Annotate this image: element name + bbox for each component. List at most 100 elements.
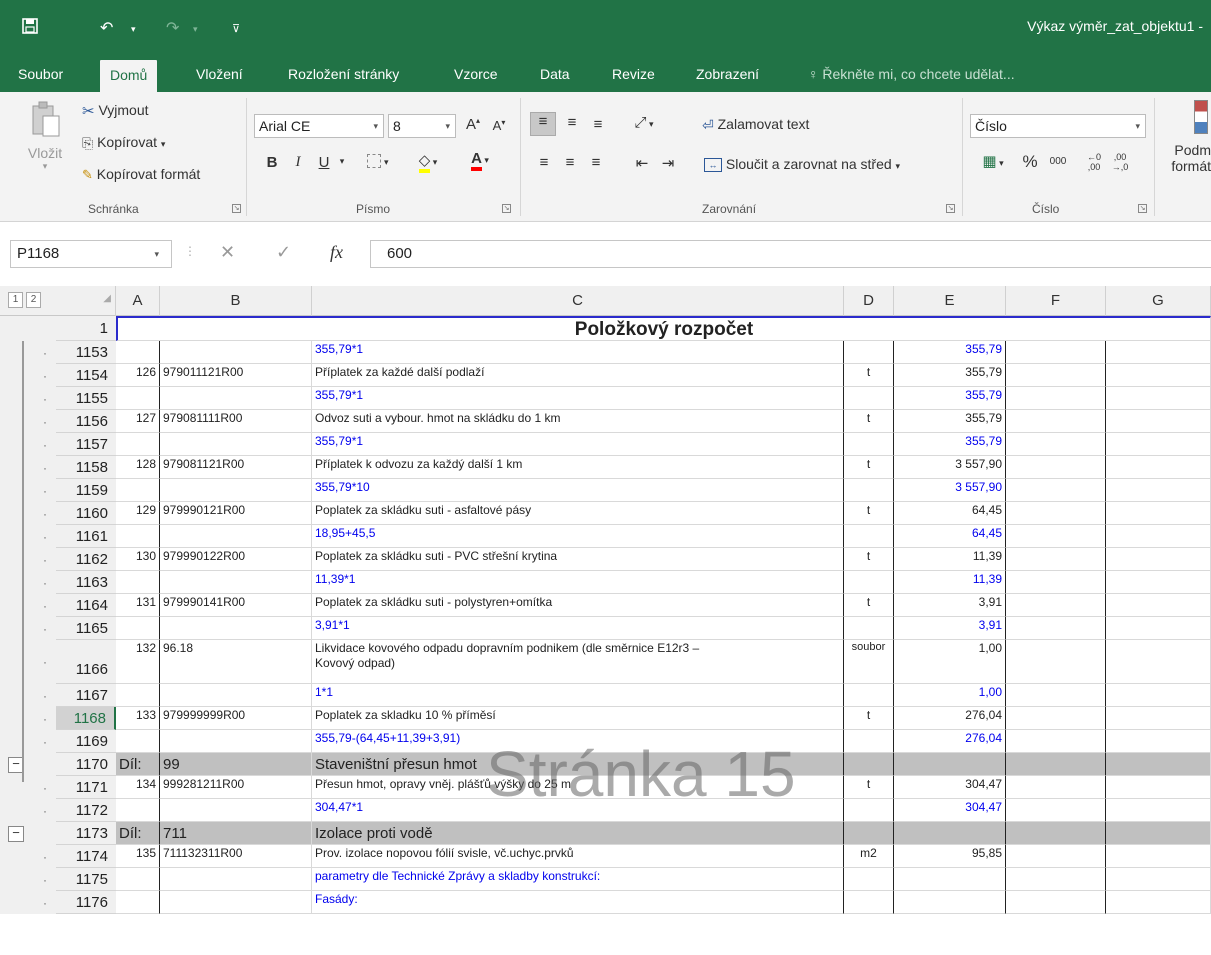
row-header[interactable]: 1168 <box>56 707 116 730</box>
tell-me-search[interactable]: ♀ Řekněte mi, co chcete udělat... <box>808 56 1015 92</box>
align-middle-button[interactable]: ≡ <box>560 114 584 131</box>
cell-g[interactable] <box>1106 617 1211 640</box>
cell-e[interactable]: 3 557,90 <box>894 479 1006 502</box>
cell-a[interactable] <box>116 730 160 753</box>
cell-e[interactable]: 276,04 <box>894 707 1006 730</box>
row-header[interactable]: 1171 <box>56 776 116 799</box>
cell-f[interactable] <box>1006 410 1106 433</box>
align-left-button[interactable]: ≡ <box>532 154 556 171</box>
row-header[interactable]: 1161 <box>56 525 116 548</box>
cell-g[interactable] <box>1106 479 1211 502</box>
redo-dropdown-icon[interactable]: ▾ <box>193 24 198 35</box>
cell-e[interactable]: 11,39 <box>894 548 1006 571</box>
cell-f[interactable] <box>1006 684 1106 707</box>
cell-f[interactable] <box>1006 594 1106 617</box>
row-header[interactable]: 1170 <box>56 753 116 776</box>
copy-button[interactable]: ⎘ Kopírovat ▾ <box>82 134 165 152</box>
tab-rozlozeni-stranky[interactable]: Rozložení stránky <box>278 56 409 92</box>
cell-a[interactable]: 128 <box>116 456 160 479</box>
decrease-decimal-button[interactable]: ,00 →,0 <box>1108 152 1132 172</box>
orientation-button[interactable]: ⤢ ▾ <box>624 114 664 131</box>
number-launcher-icon[interactable]: ↘ <box>1138 204 1147 213</box>
cell-g[interactable] <box>1106 753 1211 776</box>
cell-g[interactable] <box>1106 891 1211 914</box>
cell-b[interactable]: 979081111R00 <box>160 410 312 433</box>
cell-g[interactable] <box>1106 410 1211 433</box>
cell-d[interactable]: t <box>844 594 894 617</box>
row-header[interactable]: 1165 <box>56 617 116 640</box>
cell-e[interactable]: 11,39 <box>894 571 1006 594</box>
cell-c[interactable]: Poplatek za skládku suti - asfaltové pás… <box>312 502 844 525</box>
cancel-icon[interactable]: ✕ <box>220 242 235 263</box>
column-header-f[interactable]: F <box>1006 286 1106 316</box>
cell-d[interactable]: t <box>844 776 894 799</box>
cell-e[interactable]: 304,47 <box>894 799 1006 822</box>
cell-a[interactable] <box>116 799 160 822</box>
formula-input[interactable]: 600 <box>370 240 1211 268</box>
cell-a[interactable]: 134 <box>116 776 160 799</box>
row-header[interactable]: 1166 <box>56 640 116 684</box>
cell-b[interactable] <box>160 799 312 822</box>
cell-a[interactable] <box>116 387 160 410</box>
cut-button[interactable]: ✂ Vyjmout <box>82 102 149 120</box>
cell-f[interactable] <box>1006 502 1106 525</box>
cell-c[interactable]: 355,79-(64,45+11,39+3,91) <box>312 730 844 753</box>
cell-f[interactable] <box>1006 799 1106 822</box>
cell-g[interactable] <box>1106 640 1211 684</box>
cell-b[interactable] <box>160 571 312 594</box>
cell-d[interactable] <box>844 799 894 822</box>
increase-indent-button[interactable]: ⇥ <box>656 154 680 172</box>
cell-b[interactable] <box>160 684 312 707</box>
cell-c[interactable]: 3,91*1 <box>312 617 844 640</box>
cell-f[interactable] <box>1006 822 1106 845</box>
cell-f[interactable] <box>1006 845 1106 868</box>
merge-center-button[interactable]: ↔ Sloučit a zarovnat na střed ▾ <box>704 156 901 173</box>
cell-a[interactable] <box>116 571 160 594</box>
row-header[interactable]: 1173 <box>56 822 116 845</box>
merge-dropdown-icon[interactable]: ▾ <box>896 161 901 171</box>
cell-a[interactable] <box>116 479 160 502</box>
fill-color-button[interactable]: ◇ ▾ <box>404 152 452 173</box>
font-size-combo[interactable]: 8 ▾ <box>388 114 456 138</box>
row-header[interactable]: 1172 <box>56 799 116 822</box>
cell-b[interactable]: 99 <box>160 753 312 776</box>
cell-d[interactable]: t <box>844 410 894 433</box>
alignment-launcher-icon[interactable]: ↘ <box>946 204 955 213</box>
increase-decimal-button[interactable]: ←0,00 <box>1082 152 1106 172</box>
cell-c[interactable]: Izolace proti vodě <box>312 822 844 845</box>
clipboard-launcher-icon[interactable]: ↘ <box>232 204 241 213</box>
cell-g[interactable] <box>1106 571 1211 594</box>
tab-data[interactable]: Data <box>530 56 580 92</box>
cell-a[interactable] <box>116 433 160 456</box>
number-format-combo[interactable]: Číslo ▾ <box>970 114 1146 138</box>
undo-icon[interactable]: ↶ <box>100 18 113 38</box>
cell-g[interactable] <box>1106 387 1211 410</box>
cell-c[interactable]: 18,95+45,5 <box>312 525 844 548</box>
cell-d[interactable]: t <box>844 364 894 387</box>
accounting-format-button[interactable]: ▦ ▾ <box>972 152 1014 170</box>
cell-f[interactable] <box>1006 868 1106 891</box>
font-launcher-icon[interactable]: ↘ <box>502 204 511 213</box>
cell-a[interactable]: 127 <box>116 410 160 433</box>
cell-g[interactable] <box>1106 707 1211 730</box>
column-header-d[interactable]: D <box>844 286 894 316</box>
tab-zobrazeni[interactable]: Zobrazení <box>686 56 769 92</box>
cell-c[interactable]: Staveništní přesun hmot <box>312 753 844 776</box>
cell-c[interactable]: Likvidace kovového odpadu dopravním podn… <box>312 640 844 684</box>
cell-e[interactable]: 304,47 <box>894 776 1006 799</box>
cell-b[interactable] <box>160 891 312 914</box>
cell-f[interactable] <box>1006 456 1106 479</box>
cell-f[interactable] <box>1006 707 1106 730</box>
redo-icon[interactable]: ↷ <box>166 18 179 38</box>
align-right-button[interactable]: ≡ <box>584 154 608 171</box>
cell-b[interactable]: 979011121R00 <box>160 364 312 387</box>
cell-f[interactable] <box>1006 433 1106 456</box>
cell-e[interactable]: 3,91 <box>894 617 1006 640</box>
tab-revize[interactable]: Revize <box>602 56 665 92</box>
select-all-corner[interactable]: ◢ <box>56 286 116 316</box>
cell-d[interactable] <box>844 617 894 640</box>
cell-e[interactable] <box>894 753 1006 776</box>
cell-c[interactable]: 355,79*1 <box>312 341 844 364</box>
cell-a[interactable]: Díl: <box>116 753 160 776</box>
cell-g[interactable] <box>1106 456 1211 479</box>
